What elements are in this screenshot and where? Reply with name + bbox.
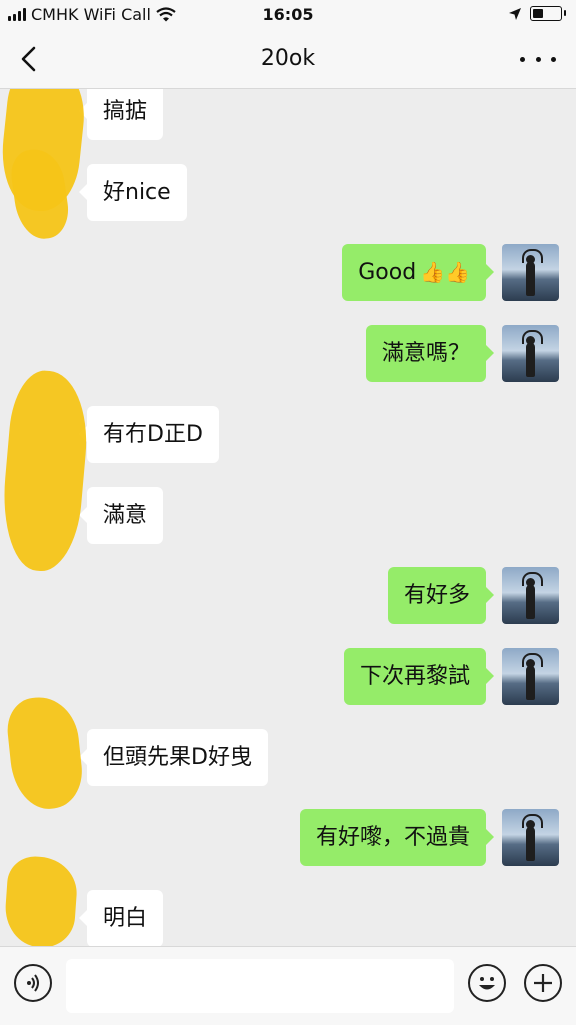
- status-right: [508, 6, 566, 21]
- message-bubble-received[interactable]: 搞掂: [78, 89, 164, 140]
- message-text: 明白: [103, 906, 148, 931]
- message-bubble-received[interactable]: 明白: [78, 890, 164, 946]
- chat-title: 20ok: [260, 46, 316, 71]
- message-bubble-sent[interactable]: 有好嚟，不過貴: [299, 809, 495, 866]
- message-bubble-sent[interactable]: 滿意嗎？: [365, 325, 495, 382]
- thumbs-up-emoji-icon: 👍👍: [420, 260, 470, 284]
- message-text: 有冇D正D: [103, 422, 203, 447]
- message-bubble-sent[interactable]: 下次再黎試: [343, 648, 495, 705]
- avatar[interactable]: [502, 325, 559, 382]
- redaction-scribble: [2, 854, 80, 946]
- message-text: 好nice: [103, 180, 171, 205]
- message-bubble-sent[interactable]: Good 👍👍: [342, 244, 494, 301]
- message-bubble-received[interactable]: 但頭先果D好曳: [79, 729, 268, 786]
- message-text: 下次再黎試: [359, 664, 470, 689]
- nav-bar: 20ok: [0, 30, 576, 89]
- location-arrow-icon: [509, 7, 521, 20]
- redaction-scribble: [0, 367, 93, 575]
- avatar[interactable]: [502, 244, 559, 301]
- message-text: 但頭先果D好曳: [103, 745, 252, 770]
- message-text: 有好嚟，不過貴: [315, 825, 470, 850]
- chat-area[interactable]: 搞掂 好nice Good 👍👍 滿意嗎？ 有冇D正D 滿意 有好多 下次再黎試 …: [0, 89, 576, 946]
- battery-icon: [530, 6, 566, 21]
- message-bubble-received[interactable]: 有冇D正D: [79, 406, 219, 463]
- message-text: 滿意嗎？: [381, 341, 470, 366]
- message-bubble-sent[interactable]: 有好多: [387, 567, 495, 624]
- emoji-icon[interactable]: [468, 964, 506, 1002]
- voice-icon[interactable]: [14, 964, 52, 1002]
- status-bar: CMHK WiFi Call 16:05: [0, 0, 576, 30]
- input-bar: [0, 946, 576, 1025]
- redaction-scribble: [4, 693, 86, 813]
- message-text: 搞掂: [103, 99, 148, 124]
- message-bubble-received[interactable]: 滿意: [78, 487, 164, 544]
- avatar[interactable]: [502, 567, 559, 624]
- message-bubble-received[interactable]: 好nice: [79, 164, 187, 221]
- message-text: 有好多: [403, 583, 470, 608]
- message-text: 滿意: [103, 503, 148, 528]
- more-options-icon[interactable]: [520, 44, 556, 74]
- message-text: Good: [358, 260, 417, 285]
- message-input[interactable]: [66, 959, 454, 1013]
- status-time: 16:05: [262, 5, 314, 24]
- avatar[interactable]: [502, 648, 559, 705]
- avatar[interactable]: [502, 809, 559, 866]
- plus-icon[interactable]: [524, 964, 562, 1002]
